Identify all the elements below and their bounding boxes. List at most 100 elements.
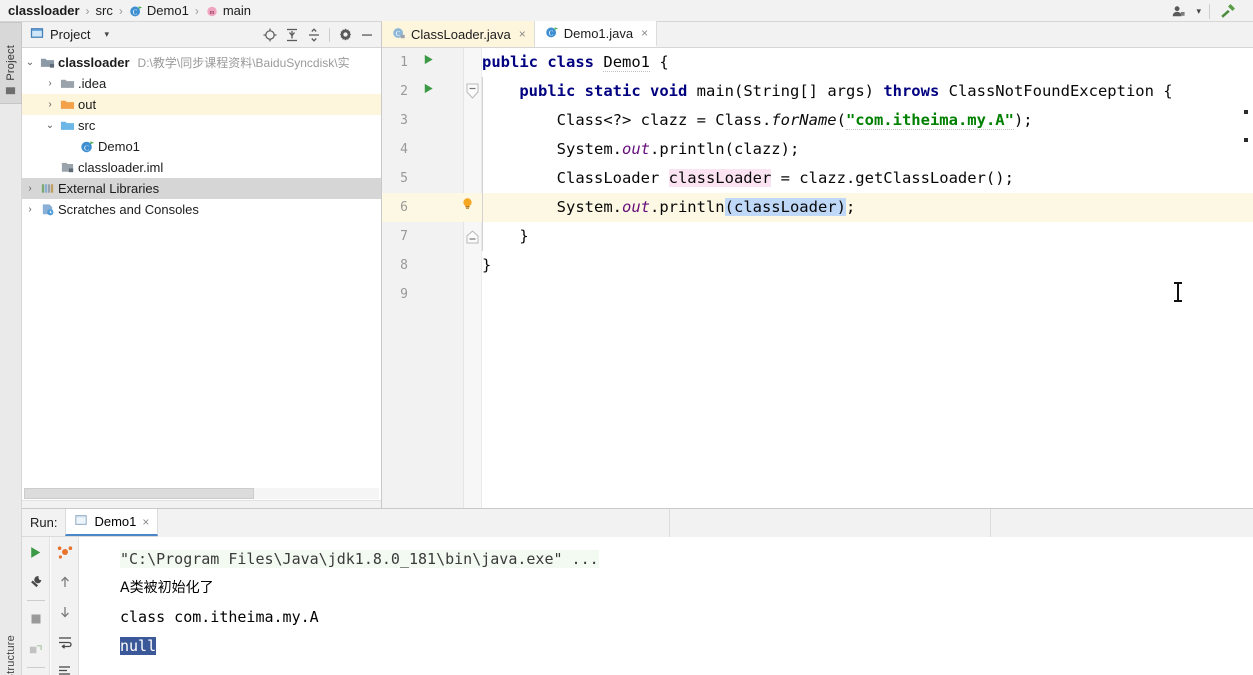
run-tab-demo1[interactable]: Demo1 × [65,509,159,536]
libraries-icon [38,181,56,196]
hide-panel-icon[interactable] [357,25,377,45]
chevron-right-icon[interactable]: › [22,204,38,215]
java-class-icon: C [545,25,559,42]
code-line[interactable]: 1 public class Demo1 { [382,48,1253,77]
breadcrumb-item-src[interactable]: src [96,3,113,18]
tab-label: Demo1.java [563,25,634,41]
breadcrumb-item-demo1[interactable]: C Demo1 [129,3,189,18]
scroll-to-end-icon[interactable] [51,657,78,675]
user-icon[interactable] [1166,0,1191,22]
code-text: System.out.println(clazz); [482,140,800,158]
java-class-icon: C [129,4,143,18]
console-text: A类被初始化了 [120,580,214,596]
chevron-down-icon[interactable]: ⌄ [42,120,58,131]
chevron-right-icon[interactable]: › [42,78,58,89]
close-run-icon[interactable] [22,634,49,664]
close-icon[interactable]: × [519,27,526,41]
iml-file-icon [58,160,76,175]
chevron-right-icon[interactable]: › [42,99,58,110]
code-line[interactable]: 9 [382,280,1253,309]
toolbar-divider [329,27,330,42]
project-window-icon [30,26,44,43]
tree-node-external-libraries[interactable]: › External Libraries [22,178,381,199]
chevron-right-icon[interactable]: › [22,183,38,194]
error-stripe-mark[interactable] [1244,110,1248,114]
project-horizontal-scrollbar[interactable] [22,488,381,499]
line-number: 7 [400,229,408,244]
chevron-down-icon[interactable]: ⌄ [22,57,38,68]
project-panel-toolbar [260,25,377,45]
code-line-current[interactable]: 6 System.out.println(classLoader); [382,193,1253,222]
tree-node-demo1[interactable]: C Demo1 [22,136,381,157]
code-text: System.out.println(classLoader); [482,198,856,216]
tree-node-label: Demo1 [98,139,140,154]
fold-open-icon[interactable] [466,83,479,103]
lightbulb-icon[interactable] [460,193,475,222]
toolbar-divider [26,600,45,601]
rerun-failed-icon[interactable] [51,537,78,567]
code-editor[interactable]: 1 public class Demo1 { 2 public static v… [382,48,1253,508]
rerun-run-icon[interactable] [22,537,49,567]
code-line[interactable]: 8 } [382,251,1253,280]
folder-orange-icon [58,97,76,112]
idea-window: classloader › src › C Demo1 › m main ▾ P… [0,0,1253,675]
console-command-text: "C:\Program Files\Java\jdk1.8.0_181\bin\… [120,550,599,568]
wrench-icon[interactable] [22,567,49,597]
soft-wrap-icon[interactable] [51,627,78,657]
chevron-down-icon[interactable]: ▾ [104,29,109,40]
module-icon [38,55,56,70]
expand-all-icon[interactable] [282,25,302,45]
locate-icon[interactable] [260,25,280,45]
folder-gray-icon [58,76,76,91]
run-tab-label: Demo1 [94,514,137,529]
tree-node-classloader-iml[interactable]: classloader.iml [22,157,381,178]
hammer-icon[interactable] [1213,0,1243,22]
line-number: 2 [400,84,408,99]
left-tool-window-bar: Project Structure [0,22,22,675]
sidebar-item-project[interactable]: Project [0,22,22,104]
breadcrumb-item-classloader[interactable]: classloader [8,3,80,18]
tab-classloader-java[interactable]: C ClassLoader.java × [382,21,535,47]
run-arrow-icon[interactable] [422,77,435,106]
scrollbar-thumb[interactable] [24,488,254,499]
toolbar-divider [26,667,45,668]
console-output[interactable]: "C:\Program Files\Java\jdk1.8.0_181\bin\… [80,537,1253,675]
tree-node-scratches-and-consoles[interactable]: › Scratches and Consoles [22,199,381,220]
tree-node-classloader[interactable]: ⌄ classloader D:\教学\同步课程资料\BaiduSyncdisk… [22,52,381,73]
toolbar-right: ▾ [1166,0,1253,22]
tree-node-label: External Libraries [58,181,160,196]
svg-text:C: C [549,29,554,37]
breadcrumb-separator: › [118,3,123,18]
code-line[interactable]: 3 Class<?> clazz = Class.forName("com.it… [382,106,1253,135]
sidebar-item-structure[interactable]: Structure [0,619,22,675]
svg-text:C: C [84,143,89,152]
stop-icon[interactable] [22,604,49,634]
code-line[interactable]: 7 } [382,222,1253,251]
tree-node-out[interactable]: › out [22,94,381,115]
run-label: Run: [30,515,58,530]
project-panel-title-group[interactable]: Project ▾ [26,26,109,43]
fold-end-icon[interactable] [466,230,479,247]
code-line[interactable]: 2 public static void main(String[] args)… [382,77,1253,106]
tab-demo1-java[interactable]: C Demo1.java × [534,21,658,47]
collapse-all-icon[interactable] [304,25,324,45]
tree-node-idea[interactable]: › .idea [22,73,381,94]
code-line[interactable]: 4 System.out.println(clazz); [382,135,1253,164]
run-panel-header: Run: Demo1 × [22,508,1253,537]
run-header-filler [158,508,669,537]
tool-tab-label: Project [4,45,17,81]
chevron-down-icon[interactable]: ▾ [1191,0,1206,22]
down-arrow-icon[interactable] [51,597,78,627]
close-icon[interactable]: × [142,515,149,529]
code-line[interactable]: 5 ClassLoader classLoader = clazz.getCla… [382,164,1253,193]
tree-node-src[interactable]: ⌄ src [22,115,381,136]
up-arrow-icon[interactable] [51,567,78,597]
line-number: 8 [400,258,408,273]
settings-gear-icon[interactable] [335,25,355,45]
close-icon[interactable]: × [641,26,648,40]
error-stripe-mark[interactable] [1244,138,1248,142]
code-text: public class Demo1 { [482,53,669,72]
navigation-bar: classloader › src › C Demo1 › m main ▾ [0,0,1253,22]
breadcrumb-item-main[interactable]: m main [205,3,251,18]
run-arrow-icon[interactable] [422,48,435,77]
